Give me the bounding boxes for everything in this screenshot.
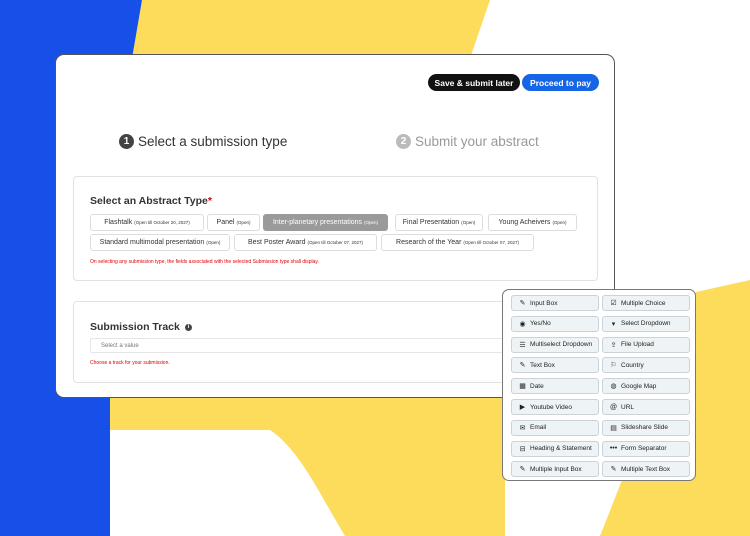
palette-item-label: File Upload (621, 341, 654, 349)
abstract-type-option-flashtalk[interactable]: Flashtalk (Open till October 20, 2027) (90, 214, 204, 231)
submission-track-hint: Choose a track for your submission. (90, 360, 170, 366)
list-icon: ☰ (519, 341, 526, 349)
caret-down-icon: ▾ (611, 320, 616, 328)
palette-item-youtube-video[interactable]: ▶ Youtube Video (511, 399, 599, 415)
palette-item-email[interactable]: ✉ Email (511, 419, 599, 436)
edit-icon: ✎ (519, 362, 526, 370)
edit-icon: ✎ (519, 466, 526, 474)
step-label: Submit your abstract (415, 134, 539, 149)
abstract-type-option-inter-planetary[interactable]: Inter-planetary presentations (Open) (263, 214, 388, 231)
slides-icon: ▤ (610, 424, 617, 432)
palette-item-label: Email (530, 424, 547, 432)
flag-icon: ⚐ (610, 362, 617, 370)
palette-item-multiple-choice[interactable]: ☑ Multiple Choice (602, 295, 690, 311)
palette-item-label: Yes/No (530, 320, 551, 328)
palette-item-heading-statement[interactable]: ⊟ Heading & Statement (511, 440, 599, 457)
palette-item-label: Multiple Choice (621, 299, 666, 307)
field-palette: ✎ Input Box ☑ Multiple Choice ◉ Yes/No ▾ Select… (502, 289, 696, 481)
palette-item-date[interactable]: ▦ Date (511, 378, 599, 395)
palette-item-label: URL (621, 403, 635, 411)
palette-item-multiselect-dropdown[interactable]: ☰ Multiselect Dropdown (511, 336, 599, 353)
palette-item-label: Multiselect Dropdown (530, 341, 593, 349)
palette-item-label: Multiple Text Box (621, 465, 671, 473)
envelope-icon: ✉ (519, 424, 526, 432)
ellipsis-icon: ••• (609, 445, 618, 453)
step-submit-abstract[interactable]: 2 Submit your abstract (396, 134, 539, 149)
palette-item-form-separator[interactable]: ••• Form Separator (602, 440, 690, 457)
abstract-type-option-best-poster[interactable]: Best Poster Award (Open till October 07, … (234, 234, 377, 251)
abstract-type-hint: On selecting any submission type, the fi… (90, 259, 319, 265)
section-title: Submission Track i (90, 321, 192, 333)
abstract-type-option-panel[interactable]: Panel (Open) (207, 214, 260, 231)
abstract-type-option-standard-multimodal[interactable]: Standard multimodal presentation (Open) (90, 234, 230, 251)
step-number: 2 (396, 134, 411, 149)
edit-icon: ✎ (610, 466, 617, 474)
palette-item-label: Text Box (530, 361, 555, 369)
calendar-icon: ▦ (519, 383, 526, 391)
video-icon: ▶ (519, 404, 526, 411)
palette-item-google-map[interactable]: ◍ Google Map (602, 378, 690, 395)
checkbox-icon: ☑ (610, 300, 617, 307)
palette-item-multiple-text-box[interactable]: ✎ Multiple Text Box (602, 461, 690, 478)
palette-item-label: Heading & Statement (530, 445, 592, 453)
at-icon: @ (609, 403, 618, 411)
palette-item-label: Country (621, 361, 644, 369)
submission-track-select[interactable]: Select a value (90, 338, 570, 353)
palette-item-label: Date (530, 382, 544, 390)
heading-icon: ⊟ (519, 445, 526, 453)
palette-item-label: Select Dropdown (621, 320, 671, 328)
globe-icon: ◍ (610, 383, 617, 391)
palette-item-label: Input Box (530, 299, 558, 307)
abstract-type-option-final-presentation[interactable]: Final Presentation (Open) (395, 214, 483, 231)
palette-item-input-box[interactable]: ✎ Input Box (511, 295, 599, 311)
abstract-type-option-research-of-the-year[interactable]: Research of the Year (Open till October 0… (381, 234, 534, 251)
step-number: 1 (119, 134, 134, 149)
proceed-to-pay-button[interactable]: Proceed to pay (522, 74, 599, 91)
save-submit-later-button[interactable]: Save & submit later (428, 74, 520, 91)
palette-item-label: Google Map (621, 382, 657, 390)
abstract-type-option-young-acheivers[interactable]: Young Acheivers (Open) (488, 214, 577, 231)
palette-item-country[interactable]: ⚐ Country (602, 357, 690, 374)
palette-item-text-box[interactable]: ✎ Text Box (511, 357, 599, 374)
upload-icon: ⇪ (610, 341, 617, 349)
palette-item-label: Slideshare Slide (621, 424, 668, 432)
palette-item-label: Youtube Video (530, 403, 572, 411)
palette-item-label: Multiple Input Box (530, 465, 582, 473)
palette-item-select-dropdown[interactable]: ▾ Select Dropdown (602, 315, 690, 332)
radio-icon: ◉ (519, 320, 526, 328)
info-icon[interactable]: i (184, 323, 192, 331)
required-marker: * (207, 195, 212, 207)
abstract-type-section: Select an Abstract Type* Flashtalk (Open … (73, 176, 598, 281)
palette-item-label: Form Separator (621, 445, 667, 453)
palette-item-multiple-input-box[interactable]: ✎ Multiple Input Box (511, 461, 599, 478)
step-select-submission-type[interactable]: 1 Select a submission type (119, 134, 287, 149)
palette-item-file-upload[interactable]: ⇪ File Upload (602, 336, 690, 353)
section-title: Select an Abstract Type* (90, 195, 212, 207)
palette-item-slideshare-slide[interactable]: ▤ Slideshare Slide (602, 419, 690, 436)
palette-item-yes-no[interactable]: ◉ Yes/No (511, 315, 599, 332)
edit-icon: ✎ (519, 300, 526, 307)
step-label: Select a submission type (138, 134, 288, 149)
palette-item-url[interactable]: @ URL (602, 399, 690, 415)
